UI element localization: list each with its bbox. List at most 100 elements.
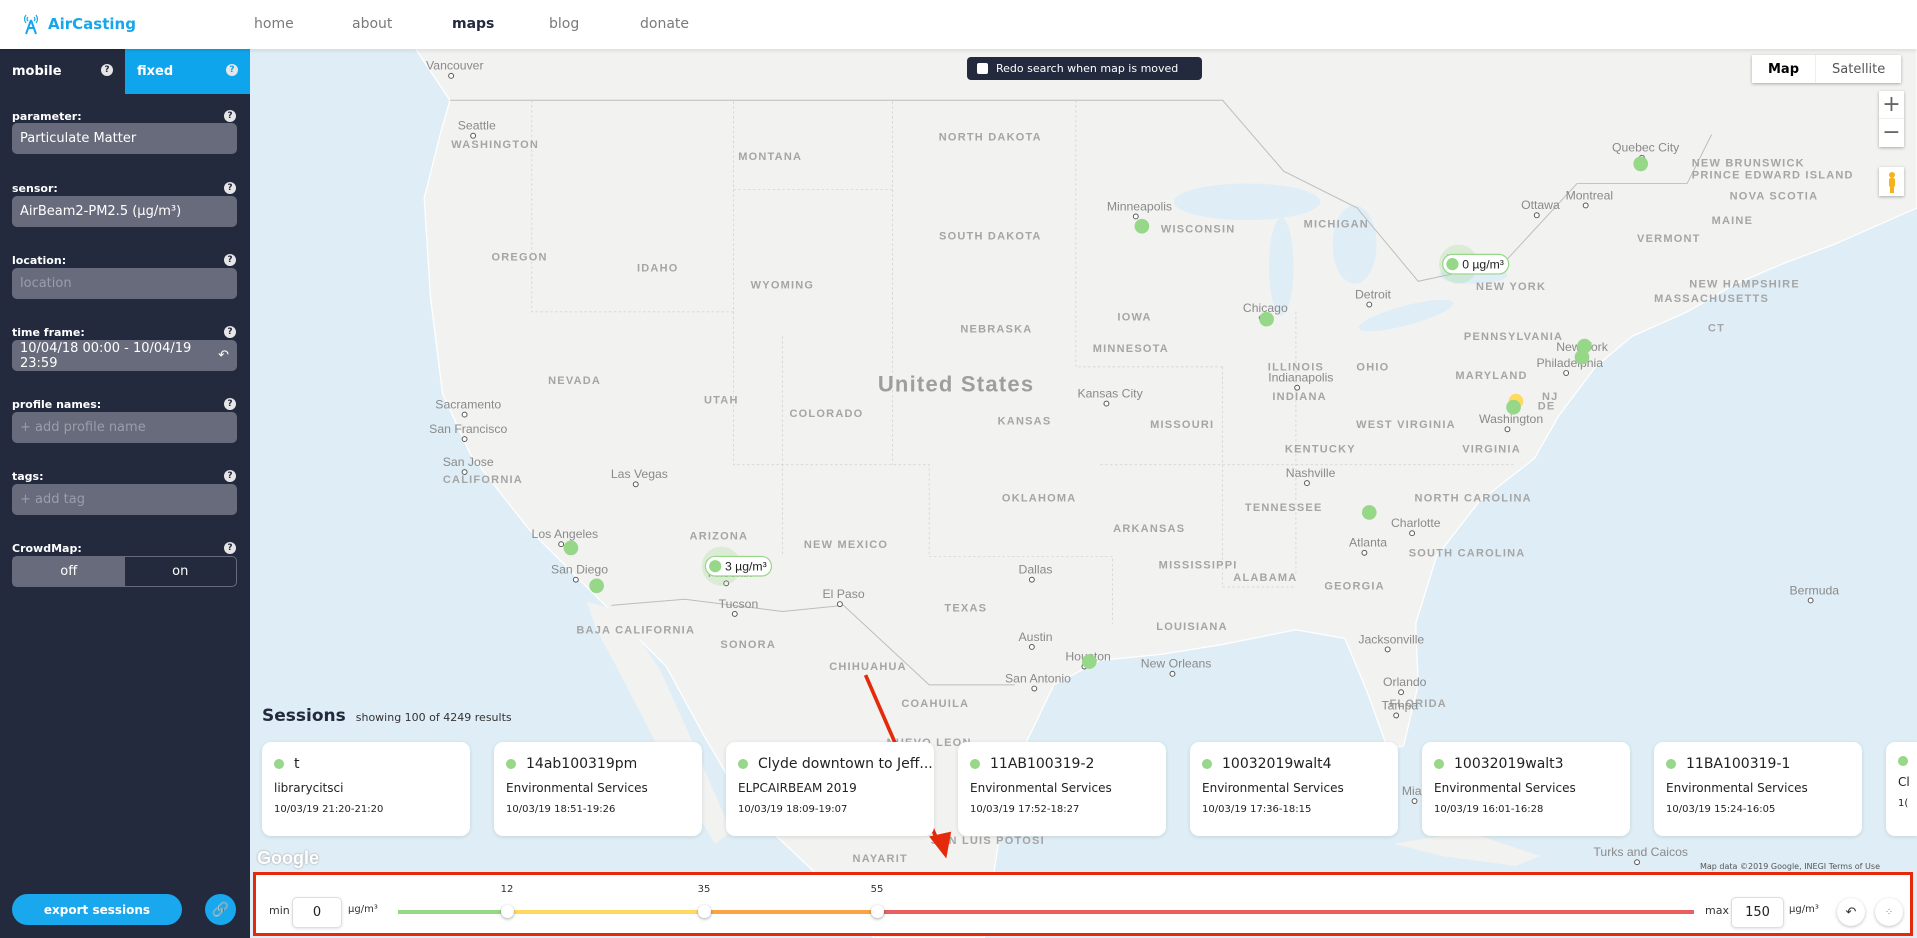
aircasting-logo[interactable]: AirCasting	[22, 12, 136, 36]
help-icon[interactable]: ?	[224, 470, 236, 482]
map-type-satellite[interactable]: Satellite	[1815, 55, 1901, 83]
crowdmap-toggle[interactable]: off on	[12, 556, 237, 587]
nav-maps[interactable]: maps	[452, 16, 494, 32]
nav-donate[interactable]: donate	[640, 16, 689, 32]
state-label: SOUTH DAKOTA	[939, 231, 1041, 243]
sensor-select[interactable]: AirBeam2-PM2.5 (µg/m³)	[12, 196, 237, 227]
nav-home[interactable]: home	[254, 16, 294, 32]
help-icon[interactable]: ?	[224, 542, 236, 554]
session-owner: Environmental Services	[506, 781, 648, 795]
session-marker[interactable]	[1259, 311, 1274, 327]
zoom-in-button[interactable]: +	[1879, 91, 1904, 118]
city-label: Atlanta	[1349, 536, 1387, 550]
session-marker[interactable]	[1081, 654, 1097, 669]
session-marker[interactable]	[709, 560, 722, 573]
state-label: ARIZONA	[690, 530, 749, 542]
session-card[interactable]: Clyde downtown to Jeff... ELPCAIRBEAM 201…	[726, 742, 934, 836]
tab-fixed[interactable]: fixed?	[125, 49, 250, 94]
city-dot	[1031, 685, 1038, 692]
max-input[interactable]: 150	[1731, 897, 1784, 928]
help-icon[interactable]: ?	[224, 398, 236, 410]
export-sessions-button[interactable]: export sessions	[12, 894, 182, 925]
session-card[interactable]: 11BA100319-1 Environmental Services 10/03/…	[1654, 742, 1862, 836]
nav-about[interactable]: about	[352, 16, 392, 32]
link-icon[interactable]: 🔗	[205, 894, 236, 925]
tab-mobile[interactable]: mobile?	[0, 49, 125, 94]
threshold-label: 55	[870, 884, 884, 895]
help-icon[interactable]: ?	[226, 64, 238, 76]
max-unit: µg/m³	[1789, 904, 1819, 915]
scale-segment	[507, 910, 704, 914]
city-label: Kansas City	[1078, 386, 1144, 400]
session-marker[interactable]	[1506, 399, 1521, 415]
city-label: Tucson	[719, 597, 759, 611]
help-icon[interactable]: ?	[224, 326, 236, 338]
state-label: UTAH	[704, 395, 739, 407]
state-label: SONORA	[720, 639, 776, 651]
map-type-map[interactable]: Map	[1752, 55, 1815, 83]
pegman-icon[interactable]	[1879, 167, 1904, 196]
tags-input[interactable]: + add tag	[12, 484, 237, 515]
session-marker[interactable]	[1446, 258, 1459, 271]
session-card[interactable]: Cl 1(	[1886, 742, 1917, 836]
session-marker[interactable]	[589, 578, 604, 594]
state-label: CT	[1708, 322, 1725, 334]
threshold-handle[interactable]	[871, 905, 884, 918]
sessions-header: Sessions showing 100 of 4249 results	[262, 706, 512, 726]
city-dot	[1132, 213, 1139, 220]
tab-label: mobile	[12, 64, 62, 79]
city-label: El Paso	[823, 587, 865, 601]
session-marker[interactable]	[1361, 505, 1377, 520]
reset-time-icon[interactable]: ↶	[218, 348, 229, 363]
map-attribution[interactable]: Map data ©2019 Google, INEGI Terms of Us…	[1700, 862, 1880, 871]
dots-icon[interactable]: ⁘	[1875, 898, 1903, 926]
profile-names-input[interactable]: + add profile name	[12, 412, 237, 443]
session-card[interactable]: 14ab100319pm Environmental Services 10/03/…	[494, 742, 702, 836]
threshold-handle[interactable]	[501, 905, 514, 918]
location-input[interactable]: location	[12, 268, 237, 299]
city-label: Los Angeles	[532, 527, 599, 541]
sidebar: mobile? fixed? parameter: ? Particulate …	[0, 49, 250, 938]
zoom-out-button[interactable]: −	[1879, 118, 1904, 146]
nav-blog[interactable]: blog	[549, 16, 579, 32]
state-label: NORTH CAROLINA	[1415, 492, 1532, 504]
state-label: MASSACHUSETTS	[1654, 293, 1769, 305]
redo-search-checkbox[interactable]: Redo search when map is moved	[967, 57, 1202, 80]
state-label: OHIO	[1356, 362, 1389, 374]
crowdmap-on[interactable]: on	[125, 557, 237, 586]
city-label: Tampa	[1382, 698, 1419, 712]
state-label: KENTUCKY	[1285, 443, 1356, 455]
session-marker[interactable]	[563, 540, 579, 556]
antenna-icon	[23, 14, 39, 35]
parameter-select[interactable]: Particulate Matter	[12, 123, 237, 154]
help-icon[interactable]: ?	[224, 254, 236, 266]
session-card[interactable]: 11AB100319-2 Environmental Services 10/03/…	[958, 742, 1166, 836]
time-frame-input[interactable]: 10/04/18 00:00 - 10/04/19 23:59 ↶	[12, 340, 237, 371]
city-label: Montreal	[1566, 188, 1614, 202]
session-marker[interactable]	[1134, 218, 1150, 234]
state-label: NORTH DAKOTA	[939, 132, 1042, 144]
country-label: United States	[878, 371, 1034, 396]
session-title-row: 11BA100319-1	[1666, 756, 1850, 772]
session-card[interactable]: 10032019walt4 Environmental Services 10/03…	[1190, 742, 1398, 836]
checkbox-icon[interactable]	[977, 63, 988, 74]
session-card[interactable]: t librarycitsci 10/03/19 21:20-21:20	[262, 742, 470, 836]
city-dot	[1563, 370, 1570, 376]
session-title: 14ab100319pm	[526, 756, 638, 772]
help-icon[interactable]: ?	[224, 110, 236, 122]
session-owner: librarycitsci	[274, 781, 344, 795]
min-input[interactable]: 0	[292, 897, 342, 928]
state-label: VERMONT	[1637, 233, 1701, 245]
status-dot	[506, 759, 516, 769]
help-icon[interactable]: ?	[101, 64, 113, 76]
threshold-handle[interactable]	[698, 905, 711, 918]
state-label: NEW MEXICO	[804, 539, 888, 551]
crowdmap-off[interactable]: off	[13, 557, 125, 586]
session-marker[interactable]	[1574, 349, 1590, 365]
city-dot	[1366, 301, 1373, 308]
session-card[interactable]: 10032019walt3 Environmental Services 10/03…	[1422, 742, 1630, 836]
state-label: WISCONSIN	[1161, 223, 1236, 235]
undo-icon[interactable]: ↶	[1837, 898, 1865, 926]
help-icon[interactable]: ?	[224, 182, 236, 194]
session-marker[interactable]	[1633, 156, 1649, 172]
